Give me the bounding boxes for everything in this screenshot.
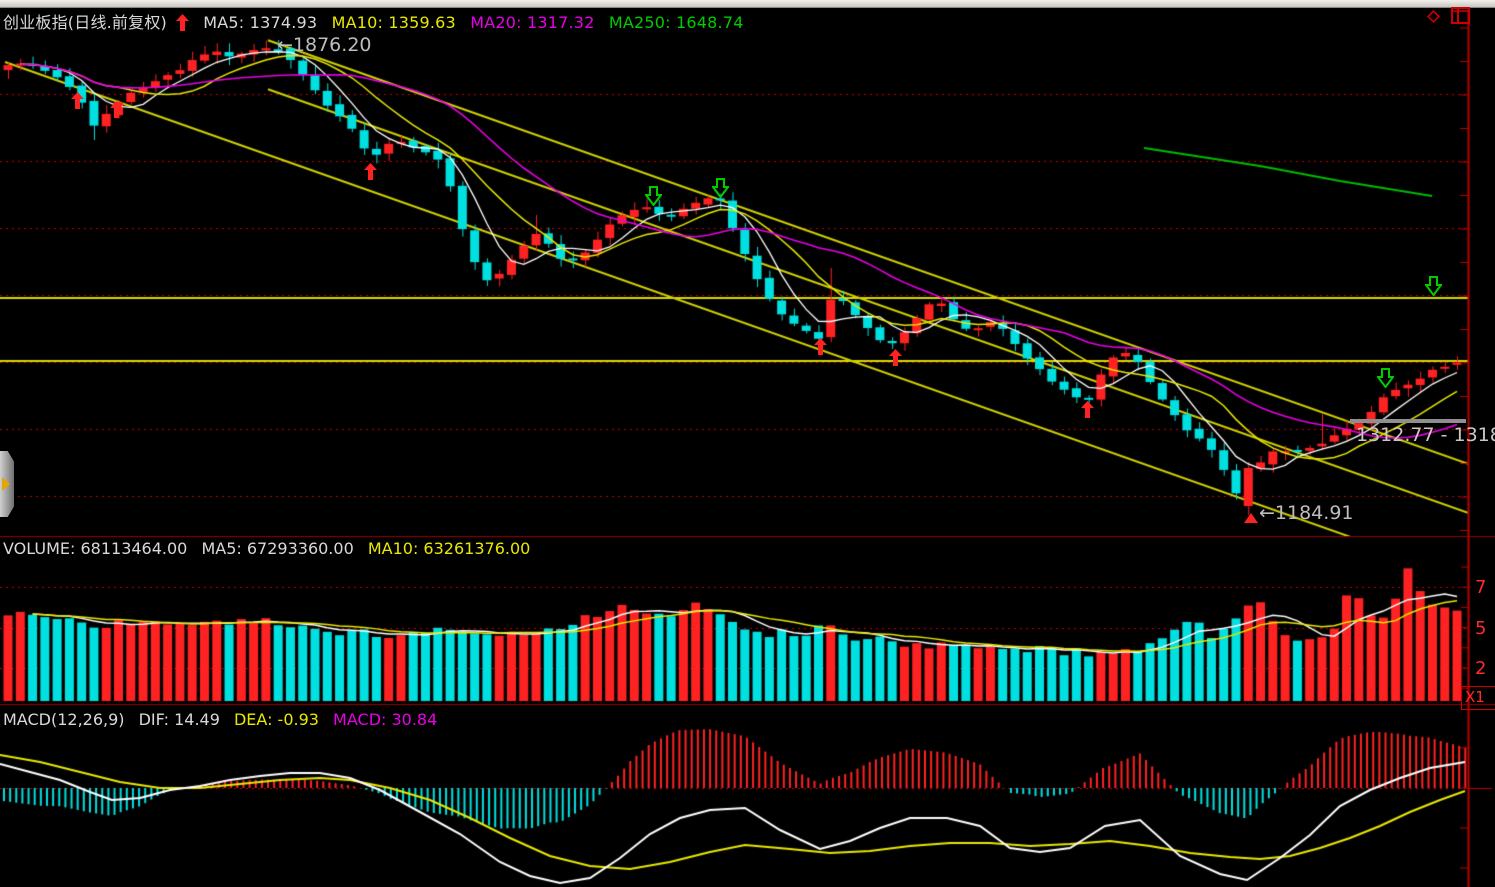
instrument-title: 创业板指(日线.前复权): [3, 13, 167, 32]
stock-chart-canvas[interactable]: [0, 0, 1495, 887]
volume-ma10-readout: MA10: 63261376.00: [368, 539, 530, 558]
sell-signal-arrow-down-icon: [712, 178, 729, 202]
expand-right-icon: [2, 477, 10, 491]
ma250-readout: MA250: 1648.74: [609, 13, 744, 32]
gap-zone-bar: [1350, 419, 1466, 423]
dea-readout: DEA: -0.93: [234, 710, 319, 729]
macd-readout: MACD: 30.84: [333, 710, 437, 729]
gap-zone-label: 1312.77 - 1318: [1356, 424, 1495, 446]
low-price-label: ←1184.91: [1259, 502, 1354, 524]
buy-signal-arrow-up-icon: [110, 101, 123, 122]
dif-readout: DIF: 14.49: [139, 710, 220, 729]
macd-pane-header: MACD(12,26,9) DIF: 14.49 DEA: -0.93 MACD…: [3, 710, 446, 729]
sidebar-flyout-handle[interactable]: [0, 451, 14, 517]
buy-signal-arrow-up-icon: [1081, 401, 1094, 422]
diamond-icon[interactable]: [1425, 8, 1442, 29]
buy-signal-arrow-up-icon: [364, 163, 377, 184]
sell-signal-arrow-down-icon: [1377, 368, 1394, 392]
sell-signal-arrow-down-icon: [1425, 276, 1442, 300]
volume-axis-label: 5: [1475, 618, 1486, 639]
volume-pane-header: VOLUME: 68113464.00 MA5: 67293360.00 MA1…: [3, 539, 539, 558]
trading-app-window: 创业板指(日线.前复权) MA5: 1374.93 MA10: 1359.63 …: [0, 0, 1495, 887]
buy-signal-arrow-up-icon: [71, 92, 84, 113]
volume-readout: VOLUME: 68113464.00: [3, 539, 187, 558]
low-point-triangle-icon: [1244, 508, 1258, 527]
ma10-readout: MA10: 1359.63: [332, 13, 456, 32]
volume-unit-box: X1: [1461, 686, 1495, 710]
ma20-readout: MA20: 1317.32: [470, 13, 594, 32]
left-tick-icon: ←: [277, 34, 293, 56]
buy-signal-arrow-up-icon: [889, 349, 902, 370]
peak-price-label: ←1876.20: [277, 34, 372, 56]
volume-axis-label: 2: [1475, 658, 1486, 679]
price-pane-header: 创业板指(日线.前复权) MA5: 1374.93 MA10: 1359.63 …: [3, 9, 753, 33]
sell-signal-arrow-down-icon: [645, 186, 662, 210]
trend-up-arrow-icon: [176, 13, 189, 32]
volume-axis-label: 7: [1475, 577, 1486, 598]
buy-signal-arrow-up-icon: [814, 338, 827, 359]
left-tick-icon: ←: [1259, 502, 1275, 524]
ma5-readout: MA5: 1374.93: [203, 13, 317, 32]
macd-params: MACD(12,26,9): [3, 710, 125, 729]
split-window-icon[interactable]: [1451, 7, 1471, 29]
window-top-edge: [0, 0, 1495, 8]
volume-ma5-readout: MA5: 67293360.00: [201, 539, 353, 558]
